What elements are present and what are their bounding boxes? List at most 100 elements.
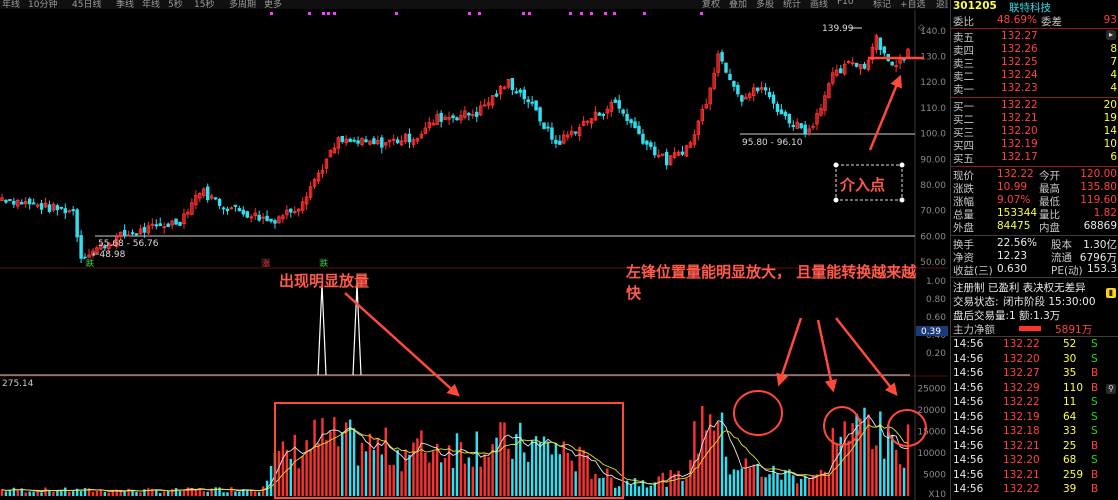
candle-body[interactable] xyxy=(775,103,780,112)
resize-handle[interactable] xyxy=(899,197,905,203)
candle-body[interactable] xyxy=(649,142,653,147)
candle-body[interactable] xyxy=(732,81,736,87)
candle-body[interactable] xyxy=(340,135,344,143)
event-marker[interactable]: 跌 xyxy=(86,258,94,268)
candle-body[interactable] xyxy=(59,206,64,209)
candle-body[interactable] xyxy=(664,151,669,166)
candle-body[interactable] xyxy=(12,200,16,205)
candle-body[interactable] xyxy=(63,208,68,214)
candle-body[interactable] xyxy=(205,186,210,200)
candle-body[interactable] xyxy=(467,112,471,116)
candle-body[interactable] xyxy=(482,104,487,107)
candle-body[interactable] xyxy=(771,94,776,104)
candle-body[interactable] xyxy=(653,146,657,156)
candle-body[interactable] xyxy=(8,199,12,202)
candle-body[interactable] xyxy=(783,111,788,117)
candle-body[interactable] xyxy=(217,198,222,206)
candle-body[interactable] xyxy=(20,202,24,205)
candle-body[interactable] xyxy=(150,223,155,226)
candle-body[interactable] xyxy=(862,63,867,69)
candle-body[interactable] xyxy=(641,133,645,144)
candle-body[interactable] xyxy=(47,204,52,212)
resize-handle[interactable] xyxy=(833,197,839,203)
candle-body[interactable] xyxy=(621,109,625,114)
candle-body[interactable] xyxy=(728,74,732,81)
candle-body[interactable] xyxy=(791,124,796,127)
candle-body[interactable] xyxy=(237,207,242,212)
candle-body[interactable] xyxy=(122,229,127,237)
candle-body[interactable] xyxy=(854,62,859,67)
expand-icon[interactable]: ▸ xyxy=(1106,30,1116,40)
candle-body[interactable] xyxy=(522,89,526,100)
resize-handle[interactable] xyxy=(833,162,839,168)
candle-body[interactable] xyxy=(613,99,617,103)
candle-body[interactable] xyxy=(31,202,36,205)
candle-body[interactable] xyxy=(538,107,542,122)
candle-body[interactable] xyxy=(494,93,499,97)
candle-body[interactable] xyxy=(261,216,265,219)
candle-body[interactable] xyxy=(372,138,376,145)
candle-body[interactable] xyxy=(158,223,162,227)
candle-body[interactable] xyxy=(79,235,83,259)
candle-body[interactable] xyxy=(779,109,784,115)
candle-body[interactable] xyxy=(767,91,772,98)
candle-body[interactable] xyxy=(75,209,79,238)
candle-body[interactable] xyxy=(839,68,843,74)
candle-body[interactable] xyxy=(534,100,538,111)
candle-body[interactable] xyxy=(724,62,728,73)
candle-body[interactable] xyxy=(803,124,807,134)
candle-body[interactable] xyxy=(154,224,159,227)
candle-body[interactable] xyxy=(546,126,550,129)
candle-body[interactable] xyxy=(257,214,261,221)
candle-body[interactable] xyxy=(142,227,147,233)
candle-body[interactable] xyxy=(4,199,8,203)
candle-body[interactable] xyxy=(763,87,768,91)
candle-body[interactable] xyxy=(811,125,815,128)
candle-body[interactable] xyxy=(882,46,887,54)
candle-body[interactable] xyxy=(530,101,534,104)
candle-body[interactable] xyxy=(221,207,226,210)
candle-body[interactable] xyxy=(471,114,475,117)
candle-body[interactable] xyxy=(225,208,230,212)
candle-body[interactable] xyxy=(67,210,71,213)
candle-body[interactable] xyxy=(736,84,740,95)
candle-body[interactable] xyxy=(514,91,519,94)
candle-body[interactable] xyxy=(585,120,590,123)
candle-body[interactable] xyxy=(518,89,523,93)
candle-body[interactable] xyxy=(890,61,894,66)
candle-body[interactable] xyxy=(617,100,621,109)
candle-body[interactable] xyxy=(134,233,139,236)
candle-body[interactable] xyxy=(174,218,178,225)
candle-body[interactable] xyxy=(633,121,637,129)
candle-body[interactable] xyxy=(680,151,685,155)
candle-body[interactable] xyxy=(229,207,234,210)
candle-body[interactable] xyxy=(625,113,629,121)
candle-body[interactable] xyxy=(348,138,352,143)
candle-body[interactable] xyxy=(510,77,515,91)
candle-body[interactable] xyxy=(755,87,760,92)
candle-body[interactable] xyxy=(846,60,851,63)
candle-body[interactable] xyxy=(233,204,238,207)
candle-body[interactable] xyxy=(356,140,360,144)
candle-body[interactable] xyxy=(554,139,558,144)
candle-body[interactable] xyxy=(245,211,250,218)
entry-point-label[interactable]: 介入点 xyxy=(840,174,885,195)
candle-body[interactable] xyxy=(439,112,443,122)
candle-body[interactable] xyxy=(178,221,182,226)
candle-body[interactable] xyxy=(894,65,898,68)
candle-body[interactable] xyxy=(364,139,368,143)
candle-body[interactable] xyxy=(542,122,546,129)
candle-body[interactable] xyxy=(71,209,75,212)
candle-body[interactable] xyxy=(35,204,40,207)
candle-body[interactable] xyxy=(637,125,641,135)
candle-body[interactable] xyxy=(475,111,479,117)
candle-body[interactable] xyxy=(241,209,246,215)
candle-body[interactable] xyxy=(352,139,356,142)
candle-body[interactable] xyxy=(55,205,60,211)
candle-body[interactable] xyxy=(597,112,602,116)
candle-body[interactable] xyxy=(526,99,530,103)
candle-body[interactable] xyxy=(550,127,554,140)
candle-body[interactable] xyxy=(293,210,297,213)
candle-body[interactable] xyxy=(573,131,578,134)
diamond-icon[interactable]: ◇ xyxy=(918,23,925,33)
